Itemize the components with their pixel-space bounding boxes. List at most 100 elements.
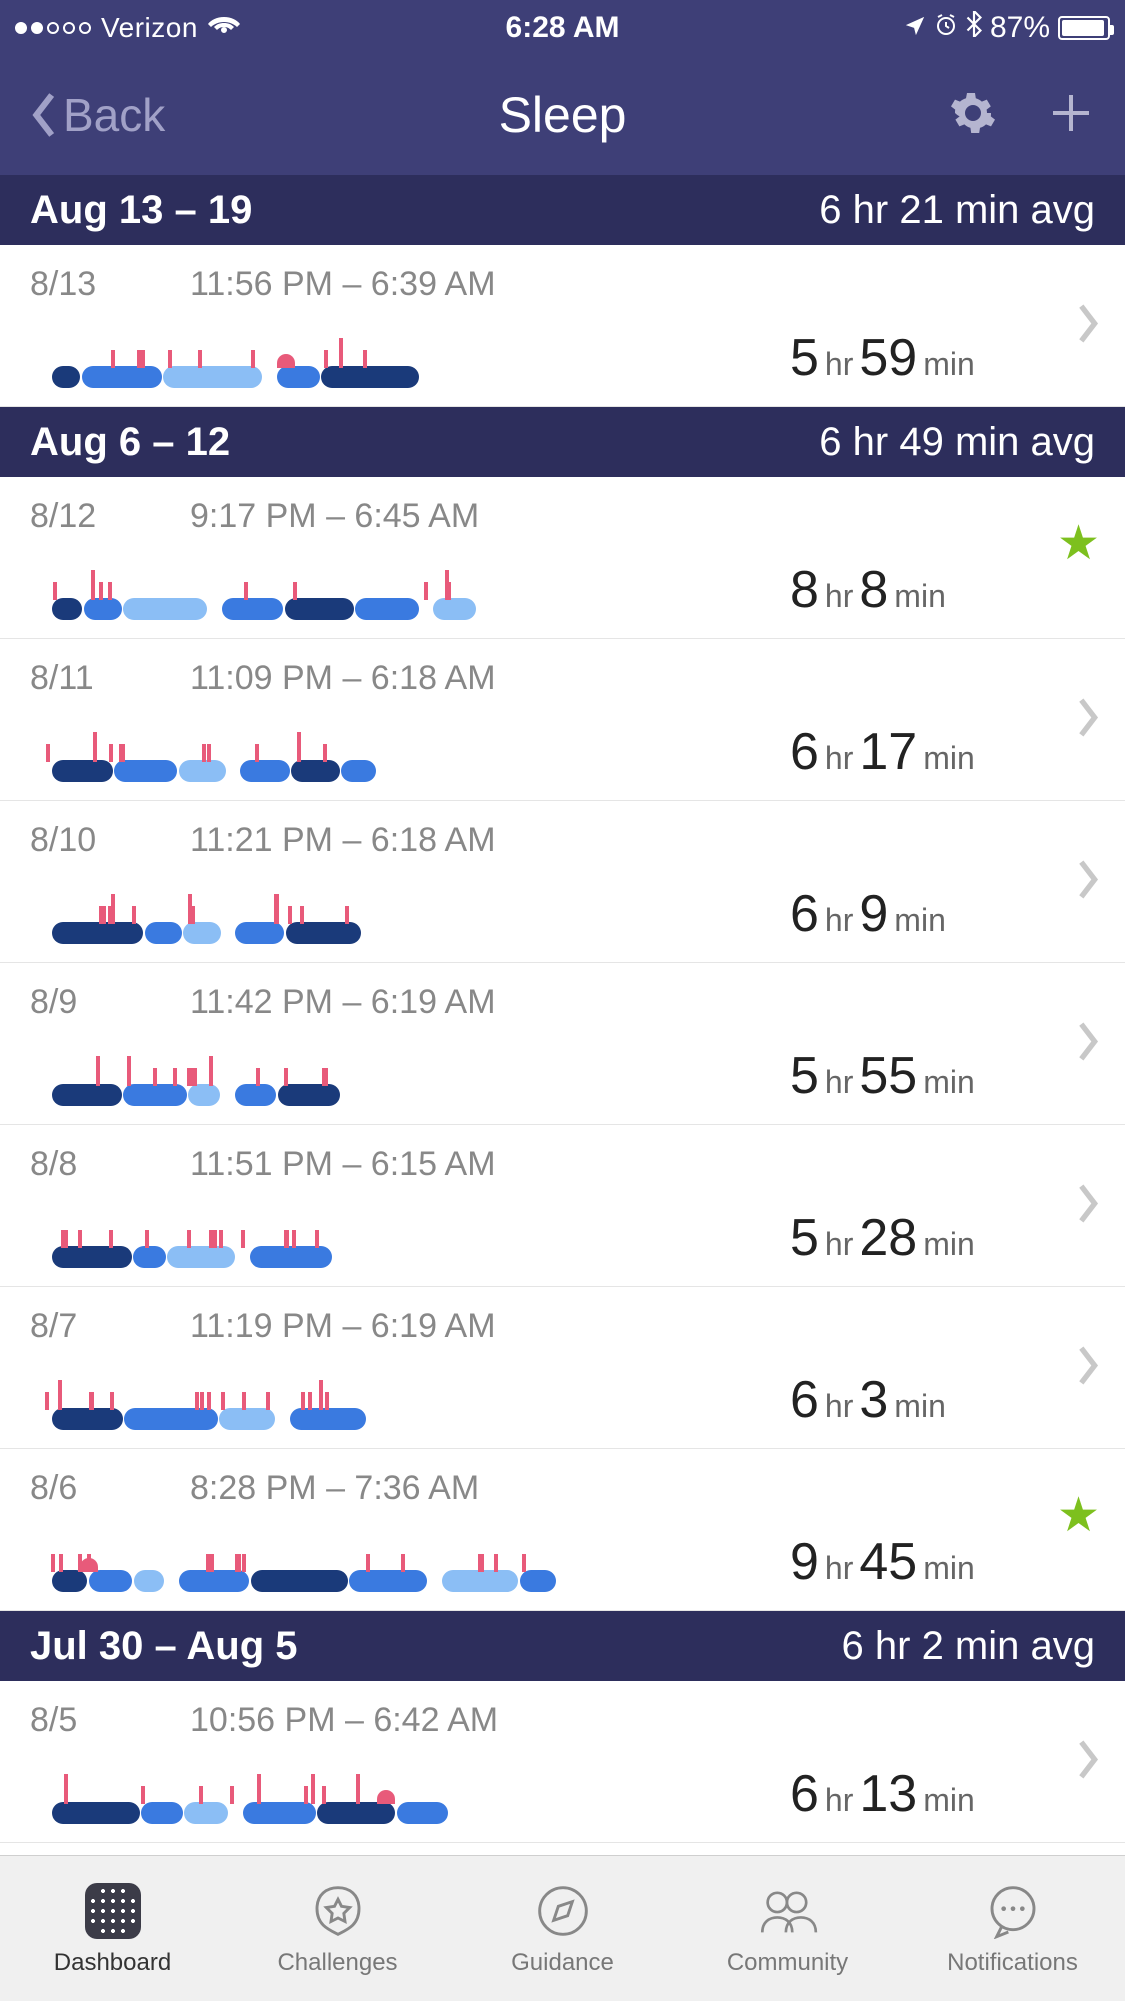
nav-bar: Back Sleep [0,55,1125,175]
sleep-duration-label: 5hr55min [750,1046,1095,1106]
sleep-duration-label: 9hr45min [750,1532,1095,1592]
tab-label: Notifications [947,1949,1078,1977]
goal-star-icon: ★ [1057,1487,1100,1543]
sleep-list[interactable]: Aug 13 – 196 hr 21 min avg 8/13 11:56 PM… [0,175,1125,1855]
week-header: Jul 30 – Aug 56 hr 2 min avg [0,1611,1125,1681]
dashboard-icon [85,1883,141,1939]
sleep-row[interactable]: 8/9 11:42 PM – 6:19 AM 5hr55min [0,963,1125,1125]
sleep-duration-label: 6hr3min [750,1370,1095,1430]
clock-label: 6:28 AM [506,11,620,45]
back-label: Back [63,88,165,142]
sleep-stages-graph [30,568,750,620]
tab-label: Guidance [511,1949,614,1977]
sleep-duration-label: 6hr13min [750,1764,1095,1824]
sleep-stages-graph [30,892,750,944]
location-icon [904,11,926,45]
tab-guidance[interactable]: Guidance [450,1856,675,2001]
settings-button[interactable] [949,89,997,142]
tab-dashboard[interactable]: Dashboard [0,1856,225,2001]
sleep-times-label: 10:56 PM – 6:42 AM [190,1701,498,1740]
sleep-times-label: 11:51 PM – 6:15 AM [190,1145,496,1184]
sleep-duration-label: 6hr17min [750,722,1095,782]
status-bar: Verizon 6:28 AM 87% [0,0,1125,55]
sleep-times-label: 11:19 PM – 6:19 AM [190,1307,496,1346]
chevron-right-icon [1076,1345,1100,1390]
signal-dots-icon [15,22,91,34]
sleep-date-label: 8/8 [30,1145,190,1184]
chat-icon [983,1881,1043,1941]
carrier-label: Verizon [101,12,198,44]
sleep-stages-graph [30,730,750,782]
sleep-stages-graph [30,1054,750,1106]
sleep-date-label: 8/6 [30,1469,190,1508]
bluetooth-icon [966,11,982,45]
back-button[interactable]: Back [30,88,499,142]
add-button[interactable] [1047,89,1095,142]
week-header: Aug 6 – 126 hr 49 min avg [0,407,1125,477]
sleep-date-label: 8/5 [30,1701,190,1740]
sleep-times-label: 11:56 PM – 6:39 AM [190,265,496,304]
sleep-times-label: 11:42 PM – 6:19 AM [190,983,496,1022]
chevron-right-icon [1076,1739,1100,1784]
chevron-right-icon [1076,1183,1100,1228]
chevron-right-icon [1076,859,1100,904]
battery-percent-label: 87% [990,11,1050,45]
goal-star-icon: ★ [1057,515,1100,571]
sleep-duration-label: 5hr28min [750,1208,1095,1268]
sleep-times-label: 11:09 PM – 6:18 AM [190,659,496,698]
badge-star-icon [308,1881,368,1941]
tab-community[interactable]: Community [675,1856,900,2001]
tab-label: Challenges [277,1949,397,1977]
sleep-date-label: 8/7 [30,1307,190,1346]
week-avg-label: 6 hr 49 min avg [819,420,1095,465]
sleep-row[interactable]: 8/10 11:21 PM – 6:18 AM 6hr9min [0,801,1125,963]
week-avg-label: 6 hr 2 min avg [842,1624,1095,1669]
sleep-date-label: 8/12 [30,497,190,536]
sleep-row[interactable]: 8/5 10:56 PM – 6:42 AM 6hr13min [0,1681,1125,1843]
chevron-right-icon [1076,1021,1100,1066]
status-right: 87% [619,11,1110,45]
compass-icon [533,1881,593,1941]
tab-notifications[interactable]: Notifications [900,1856,1125,2001]
sleep-row[interactable]: 8/8 11:51 PM – 6:15 AM 5hr28min [0,1125,1125,1287]
wifi-icon [208,11,240,45]
sleep-times-label: 11:21 PM – 6:18 AM [190,821,496,860]
plus-icon [1047,89,1095,137]
sleep-duration-label: 5hr59min [750,328,1095,388]
battery-icon [1058,16,1110,40]
tab-bar: Dashboard Challenges Guidance Community … [0,1855,1125,2001]
week-range-label: Jul 30 – Aug 5 [30,1624,842,1669]
sleep-stages-graph [30,1216,750,1268]
sleep-duration-label: 6hr9min [750,884,1095,944]
tab-label: Community [727,1949,848,1977]
alarm-icon [934,11,958,45]
people-icon [758,1881,818,1941]
sleep-times-label: 8:28 PM – 7:36 AM [190,1469,479,1508]
chevron-right-icon [1076,697,1100,742]
sleep-date-label: 8/10 [30,821,190,860]
gear-icon [949,89,997,137]
sleep-stages-graph [30,1540,750,1592]
status-left: Verizon [15,11,506,45]
page-title: Sleep [499,86,627,144]
sleep-stages-graph [30,1378,750,1430]
tab-label: Dashboard [54,1949,171,1977]
sleep-row[interactable]: 8/12 9:17 PM – 6:45 AM 8hr8min ★ [0,477,1125,639]
sleep-stages-graph [30,1772,750,1824]
chevron-right-icon [1076,303,1100,348]
sleep-date-label: 8/13 [30,265,190,304]
sleep-date-label: 8/11 [30,659,190,698]
week-range-label: Aug 13 – 19 [30,188,819,233]
week-avg-label: 6 hr 21 min avg [819,188,1095,233]
tab-challenges[interactable]: Challenges [225,1856,450,2001]
week-header: Aug 13 – 196 hr 21 min avg [0,175,1125,245]
sleep-times-label: 9:17 PM – 6:45 AM [190,497,479,536]
week-range-label: Aug 6 – 12 [30,420,819,465]
sleep-row[interactable]: 8/13 11:56 PM – 6:39 AM 5hr59min [0,245,1125,407]
chevron-left-icon [30,92,58,138]
sleep-stages-graph [30,336,750,388]
sleep-row[interactable]: 8/7 11:19 PM – 6:19 AM 6hr3min [0,1287,1125,1449]
sleep-row[interactable]: 8/11 11:09 PM – 6:18 AM 6hr17min [0,639,1125,801]
sleep-row[interactable]: 8/6 8:28 PM – 7:36 AM 9hr45min ★ [0,1449,1125,1611]
sleep-duration-label: 8hr8min [750,560,1095,620]
